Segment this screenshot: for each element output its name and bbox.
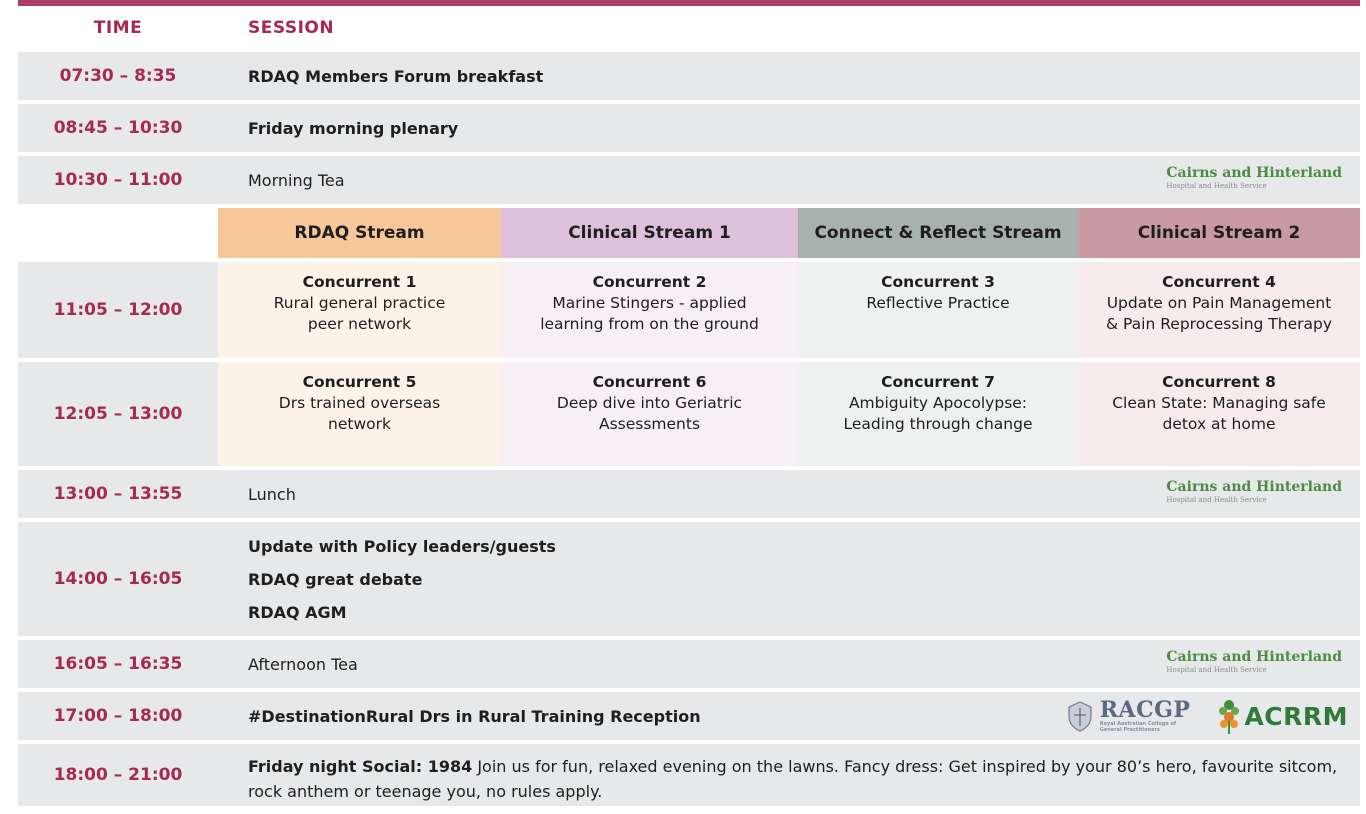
sponsor-logos: RACGP Royal Australian College of Genera… [1066,694,1348,738]
concurrent-session: Concurrent 1 Rural general practice peer… [218,262,501,358]
cairns-hinterland-logo: Cairns and Hinterland Hospital and Healt… [1166,649,1342,674]
acrrm-flower-icon [1219,700,1240,734]
session-item: Update with Policy leaders/guests [248,536,556,556]
time-slot: 07:30 – 8:35 [18,52,218,100]
concurrent-title: Concurrent 3 [881,273,995,291]
session-label: #DestinationRural Drs in Rural Training … [248,706,701,726]
session-title: RDAQ Members Forum breakfast [218,52,1360,100]
concurrent-title: Concurrent 6 [592,373,707,391]
concurrent-title: Concurrent 2 [592,273,707,291]
concurrent-title: Concurrent 1 [302,273,417,291]
top-accent-bar [18,0,1360,6]
racgp-logo: RACGP Royal Australian College of Genera… [1066,699,1191,733]
session-label: Morning Tea [248,170,345,190]
concurrent-session: Concurrent 6 Deep dive into Geriatric As… [501,362,798,466]
concurrent-title: Concurrent 8 [1162,373,1276,391]
concurrent-desc-line: Drs trained overseas [278,394,441,412]
time-slot: 12:05 – 13:00 [18,362,218,466]
concurrent-desc-line: Assessments [598,415,701,433]
concurrent-desc-line: Clean State: Managing safe [1112,394,1326,412]
concurrent-title: Concurrent 5 [302,373,417,391]
concurrent-desc-line: Rural general practice [273,294,446,312]
session-title: Morning Tea Cairns and Hinterland Hospit… [218,156,1360,204]
concurrent-session: Concurrent 7 Ambiguity Apocolypse: Leadi… [798,362,1078,466]
session-list: Update with Policy leaders/guests RDAQ g… [218,522,1360,636]
time-slot: 11:05 – 12:00 [18,262,218,358]
concurrent-session: Concurrent 3 Reflective Practice [798,262,1078,358]
time-slot: 10:30 – 11:00 [18,156,218,204]
program-table: TIME SESSION 07:30 – 8:35 RDAQ Members F… [18,8,1360,806]
acrrm-logo: ACRRM [1216,697,1348,735]
concurrent-desc-line: Leading through change [843,415,1033,433]
session-column-header: SESSION [248,18,335,38]
stream-spacer [18,208,218,258]
concurrent-session: Concurrent 4 Update on Pain Management &… [1078,262,1360,358]
concurrent-desc-line: Ambiguity Apocolypse: [848,394,1028,412]
time-slot: 16:05 – 16:35 [18,640,218,688]
concurrent-session: Concurrent 8 Clean State: Managing safe … [1078,362,1360,466]
time-slot: 17:00 – 18:00 [18,692,218,740]
time-slot: 18:00 – 21:00 [18,744,218,806]
stream-header-rdaq: RDAQ Stream [218,208,501,258]
session-title: Friday morning plenary [218,104,1360,152]
cairns-hinterland-logo: Cairns and Hinterland Hospital and Healt… [1166,165,1342,190]
stream-header-clinical-2: Clinical Stream 2 [1078,208,1360,258]
time-slot: 14:00 – 16:05 [18,522,218,636]
cairns-hinterland-logo: Cairns and Hinterland Hospital and Healt… [1166,479,1342,504]
concurrent-desc-line: network [328,415,391,433]
session-title: #DestinationRural Drs in Rural Training … [218,692,1360,740]
session-description: Friday night Social: 1984 Join us for fu… [218,744,1360,806]
stream-header-connect-reflect: Connect & Reflect Stream [798,208,1078,258]
concurrent-desc-line: Deep dive into Geriatric [556,394,743,412]
stream-header-clinical-1: Clinical Stream 1 [501,208,798,258]
time-slot: 13:00 – 13:55 [18,470,218,518]
session-item: RDAQ AGM [248,602,347,622]
concurrent-title: Concurrent 4 [1162,273,1276,291]
time-slot: 08:45 – 10:30 [18,104,218,152]
concurrent-session: Concurrent 2 Marine Stingers - applied l… [501,262,798,358]
concurrent-desc-line: & Pain Reprocessing Therapy [1106,315,1332,333]
concurrent-desc-line: Marine Stingers - applied [552,294,747,312]
concurrent-desc-line: Update on Pain Management [1106,294,1332,312]
concurrent-desc-line: Reflective Practice [866,294,1010,312]
racgp-crest-icon [1068,701,1092,732]
session-title: Afternoon Tea Cairns and Hinterland Hosp… [218,640,1360,688]
concurrent-desc-line: peer network [307,315,412,333]
concurrent-desc-line: detox at home [1162,415,1276,433]
session-label: Lunch [248,484,296,504]
concurrent-title: Concurrent 7 [881,373,995,391]
session-item: RDAQ great debate [248,569,423,589]
concurrent-session: Concurrent 5 Drs trained overseas networ… [218,362,501,466]
time-column-header: TIME [93,18,143,38]
session-title: Lunch Cairns and Hinterland Hospital and… [218,470,1360,518]
concurrent-desc-line: learning from on the ground [540,315,759,333]
session-label: Afternoon Tea [248,654,358,674]
session-title: Friday night Social: 1984 [248,757,473,776]
